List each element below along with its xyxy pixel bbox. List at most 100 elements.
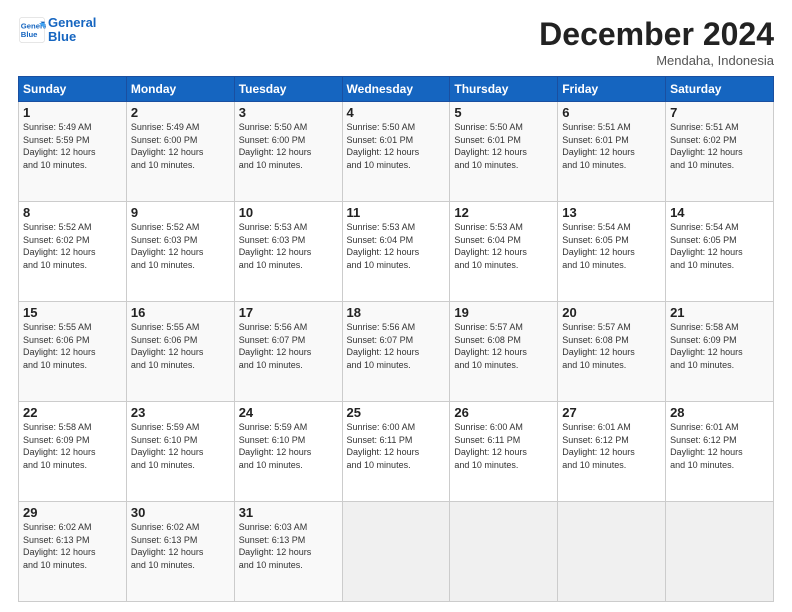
calendar-day-14: 14 Sunrise: 5:54 AM Sunset: 6:05 PM Dayl… bbox=[666, 202, 774, 302]
day-number: 6 bbox=[562, 105, 661, 120]
calendar-day-3: 3 Sunrise: 5:50 AM Sunset: 6:00 PM Dayli… bbox=[234, 102, 342, 202]
day-number: 21 bbox=[670, 305, 769, 320]
calendar-day-30: 30 Sunrise: 6:02 AM Sunset: 6:13 PM Dayl… bbox=[126, 502, 234, 602]
calendar-day-27: 27 Sunrise: 6:01 AM Sunset: 6:12 PM Dayl… bbox=[558, 402, 666, 502]
calendar-day-11: 11 Sunrise: 5:53 AM Sunset: 6:04 PM Dayl… bbox=[342, 202, 450, 302]
day-info: Sunrise: 5:53 AM Sunset: 6:04 PM Dayligh… bbox=[454, 221, 553, 271]
day-info: Sunrise: 5:50 AM Sunset: 6:01 PM Dayligh… bbox=[454, 121, 553, 171]
day-number: 28 bbox=[670, 405, 769, 420]
title-block: December 2024 Mendaha, Indonesia bbox=[539, 16, 774, 68]
day-number: 2 bbox=[131, 105, 230, 120]
logo-text: General Blue bbox=[48, 16, 96, 45]
day-number: 14 bbox=[670, 205, 769, 220]
calendar-table: Sunday Monday Tuesday Wednesday Thursday… bbox=[18, 76, 774, 602]
day-number: 16 bbox=[131, 305, 230, 320]
day-number: 8 bbox=[23, 205, 122, 220]
day-info: Sunrise: 6:02 AM Sunset: 6:13 PM Dayligh… bbox=[23, 521, 122, 571]
logo: General Blue General Blue bbox=[18, 16, 96, 45]
calendar-day-2: 2 Sunrise: 5:49 AM Sunset: 6:00 PM Dayli… bbox=[126, 102, 234, 202]
col-sunday: Sunday bbox=[19, 77, 127, 102]
location: Mendaha, Indonesia bbox=[539, 53, 774, 68]
day-info: Sunrise: 5:58 AM Sunset: 6:09 PM Dayligh… bbox=[670, 321, 769, 371]
calendar-week-2: 8 Sunrise: 5:52 AM Sunset: 6:02 PM Dayli… bbox=[19, 202, 774, 302]
day-number: 17 bbox=[239, 305, 338, 320]
day-info: Sunrise: 6:03 AM Sunset: 6:13 PM Dayligh… bbox=[239, 521, 338, 571]
calendar-day-12: 12 Sunrise: 5:53 AM Sunset: 6:04 PM Dayl… bbox=[450, 202, 558, 302]
day-number: 1 bbox=[23, 105, 122, 120]
day-number: 30 bbox=[131, 505, 230, 520]
month-title: December 2024 bbox=[539, 16, 774, 53]
calendar-day-8: 8 Sunrise: 5:52 AM Sunset: 6:02 PM Dayli… bbox=[19, 202, 127, 302]
col-saturday: Saturday bbox=[666, 77, 774, 102]
calendar-day-31: 31 Sunrise: 6:03 AM Sunset: 6:13 PM Dayl… bbox=[234, 502, 342, 602]
day-number: 31 bbox=[239, 505, 338, 520]
day-number: 13 bbox=[562, 205, 661, 220]
col-thursday: Thursday bbox=[450, 77, 558, 102]
day-info: Sunrise: 5:57 AM Sunset: 6:08 PM Dayligh… bbox=[454, 321, 553, 371]
calendar-day-29: 29 Sunrise: 6:02 AM Sunset: 6:13 PM Dayl… bbox=[19, 502, 127, 602]
calendar-day-21: 21 Sunrise: 5:58 AM Sunset: 6:09 PM Dayl… bbox=[666, 302, 774, 402]
col-friday: Friday bbox=[558, 77, 666, 102]
day-info: Sunrise: 5:52 AM Sunset: 6:02 PM Dayligh… bbox=[23, 221, 122, 271]
day-number: 4 bbox=[347, 105, 446, 120]
calendar-week-1: 1 Sunrise: 5:49 AM Sunset: 5:59 PM Dayli… bbox=[19, 102, 774, 202]
calendar-empty bbox=[342, 502, 450, 602]
day-info: Sunrise: 5:50 AM Sunset: 6:00 PM Dayligh… bbox=[239, 121, 338, 171]
day-info: Sunrise: 5:53 AM Sunset: 6:03 PM Dayligh… bbox=[239, 221, 338, 271]
calendar-empty bbox=[666, 502, 774, 602]
day-info: Sunrise: 5:51 AM Sunset: 6:01 PM Dayligh… bbox=[562, 121, 661, 171]
day-info: Sunrise: 6:00 AM Sunset: 6:11 PM Dayligh… bbox=[454, 421, 553, 471]
calendar-day-17: 17 Sunrise: 5:56 AM Sunset: 6:07 PM Dayl… bbox=[234, 302, 342, 402]
calendar-day-7: 7 Sunrise: 5:51 AM Sunset: 6:02 PM Dayli… bbox=[666, 102, 774, 202]
calendar-day-25: 25 Sunrise: 6:00 AM Sunset: 6:11 PM Dayl… bbox=[342, 402, 450, 502]
calendar-day-5: 5 Sunrise: 5:50 AM Sunset: 6:01 PM Dayli… bbox=[450, 102, 558, 202]
calendar-week-4: 22 Sunrise: 5:58 AM Sunset: 6:09 PM Dayl… bbox=[19, 402, 774, 502]
day-info: Sunrise: 5:50 AM Sunset: 6:01 PM Dayligh… bbox=[347, 121, 446, 171]
day-info: Sunrise: 5:58 AM Sunset: 6:09 PM Dayligh… bbox=[23, 421, 122, 471]
day-number: 19 bbox=[454, 305, 553, 320]
calendar-day-26: 26 Sunrise: 6:00 AM Sunset: 6:11 PM Dayl… bbox=[450, 402, 558, 502]
day-info: Sunrise: 5:57 AM Sunset: 6:08 PM Dayligh… bbox=[562, 321, 661, 371]
col-wednesday: Wednesday bbox=[342, 77, 450, 102]
calendar-empty bbox=[450, 502, 558, 602]
day-number: 22 bbox=[23, 405, 122, 420]
logo-icon: General Blue bbox=[18, 16, 46, 44]
day-info: Sunrise: 5:49 AM Sunset: 5:59 PM Dayligh… bbox=[23, 121, 122, 171]
day-info: Sunrise: 6:00 AM Sunset: 6:11 PM Dayligh… bbox=[347, 421, 446, 471]
day-number: 27 bbox=[562, 405, 661, 420]
calendar-day-15: 15 Sunrise: 5:55 AM Sunset: 6:06 PM Dayl… bbox=[19, 302, 127, 402]
calendar-day-4: 4 Sunrise: 5:50 AM Sunset: 6:01 PM Dayli… bbox=[342, 102, 450, 202]
day-number: 3 bbox=[239, 105, 338, 120]
day-number: 5 bbox=[454, 105, 553, 120]
calendar-day-18: 18 Sunrise: 5:56 AM Sunset: 6:07 PM Dayl… bbox=[342, 302, 450, 402]
day-number: 18 bbox=[347, 305, 446, 320]
day-info: Sunrise: 5:59 AM Sunset: 6:10 PM Dayligh… bbox=[131, 421, 230, 471]
calendar-day-28: 28 Sunrise: 6:01 AM Sunset: 6:12 PM Dayl… bbox=[666, 402, 774, 502]
calendar-week-3: 15 Sunrise: 5:55 AM Sunset: 6:06 PM Dayl… bbox=[19, 302, 774, 402]
day-number: 12 bbox=[454, 205, 553, 220]
day-info: Sunrise: 5:54 AM Sunset: 6:05 PM Dayligh… bbox=[670, 221, 769, 271]
col-tuesday: Tuesday bbox=[234, 77, 342, 102]
calendar-day-16: 16 Sunrise: 5:55 AM Sunset: 6:06 PM Dayl… bbox=[126, 302, 234, 402]
calendar-day-20: 20 Sunrise: 5:57 AM Sunset: 6:08 PM Dayl… bbox=[558, 302, 666, 402]
calendar-day-1: 1 Sunrise: 5:49 AM Sunset: 5:59 PM Dayli… bbox=[19, 102, 127, 202]
day-number: 9 bbox=[131, 205, 230, 220]
calendar-day-10: 10 Sunrise: 5:53 AM Sunset: 6:03 PM Dayl… bbox=[234, 202, 342, 302]
day-number: 24 bbox=[239, 405, 338, 420]
day-info: Sunrise: 5:49 AM Sunset: 6:00 PM Dayligh… bbox=[131, 121, 230, 171]
calendar-day-6: 6 Sunrise: 5:51 AM Sunset: 6:01 PM Dayli… bbox=[558, 102, 666, 202]
day-info: Sunrise: 6:01 AM Sunset: 6:12 PM Dayligh… bbox=[562, 421, 661, 471]
day-number: 15 bbox=[23, 305, 122, 320]
calendar-day-19: 19 Sunrise: 5:57 AM Sunset: 6:08 PM Dayl… bbox=[450, 302, 558, 402]
day-info: Sunrise: 5:59 AM Sunset: 6:10 PM Dayligh… bbox=[239, 421, 338, 471]
day-info: Sunrise: 5:53 AM Sunset: 6:04 PM Dayligh… bbox=[347, 221, 446, 271]
day-number: 20 bbox=[562, 305, 661, 320]
calendar-day-23: 23 Sunrise: 5:59 AM Sunset: 6:10 PM Dayl… bbox=[126, 402, 234, 502]
day-info: Sunrise: 5:52 AM Sunset: 6:03 PM Dayligh… bbox=[131, 221, 230, 271]
day-number: 7 bbox=[670, 105, 769, 120]
page: General Blue General Blue December 2024 … bbox=[0, 0, 792, 612]
day-number: 23 bbox=[131, 405, 230, 420]
day-number: 29 bbox=[23, 505, 122, 520]
day-info: Sunrise: 6:01 AM Sunset: 6:12 PM Dayligh… bbox=[670, 421, 769, 471]
day-info: Sunrise: 5:54 AM Sunset: 6:05 PM Dayligh… bbox=[562, 221, 661, 271]
